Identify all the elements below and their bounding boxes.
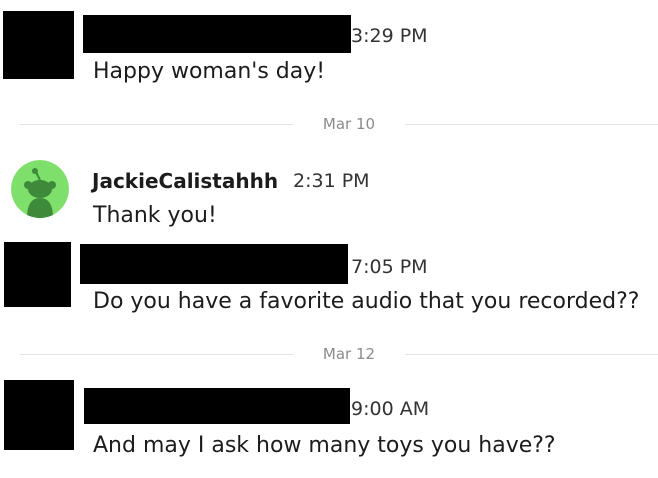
date-divider-label: Mar 10 <box>322 115 376 133</box>
message-text: And may I ask how many toys you have?? <box>93 433 556 458</box>
snoo-avatar-icon[interactable] <box>11 160 69 218</box>
message-timestamp: 9:00 AM <box>351 398 430 420</box>
message-text: Happy woman's day! <box>93 59 326 84</box>
redacted-avatar <box>4 380 74 450</box>
date-divider: Mar 12 <box>0 344 658 364</box>
message-text: Thank you! <box>93 203 217 228</box>
redacted-avatar <box>3 11 74 79</box>
date-divider-label: Mar 12 <box>322 345 376 363</box>
date-divider: Mar 10 <box>0 114 658 134</box>
redacted-username <box>83 15 351 53</box>
redacted-username <box>80 244 348 284</box>
redacted-avatar <box>4 242 71 307</box>
message-username[interactable]: JackieCalistahhh <box>92 169 278 193</box>
snoo-avatar-graphic <box>11 160 69 218</box>
message-timestamp: 7:05 PM <box>351 256 428 278</box>
redacted-username <box>84 388 350 424</box>
message-timestamp: 3:29 PM <box>351 25 428 47</box>
message-text: Do you have a favorite audio that you re… <box>93 289 640 314</box>
message-timestamp: 2:31 PM <box>293 170 370 192</box>
